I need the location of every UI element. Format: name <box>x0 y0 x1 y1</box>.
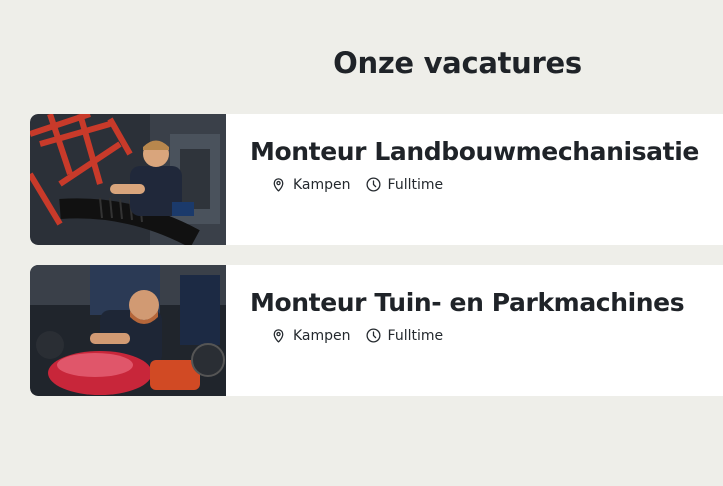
location-label: Kampen <box>293 176 351 193</box>
clock-icon <box>365 176 382 193</box>
mechanic-photo-illustration <box>30 265 226 396</box>
vacancy-location: Kampen <box>270 327 351 344</box>
vacancy-photo[interactable] <box>30 265 226 396</box>
vacancy-card[interactable]: Monteur Tuin- en Parkmachines Kampen Ful… <box>30 265 723 396</box>
section-heading: Onze vacatures <box>333 46 582 80</box>
vacancy-location: Kampen <box>270 176 351 193</box>
vacancy-hours: Fulltime <box>365 176 444 193</box>
location-label: Kampen <box>293 327 351 344</box>
vacancy-card[interactable]: Monteur Landbouwmechanisatie Kampen Full… <box>30 114 723 245</box>
hours-label: Fulltime <box>387 327 444 344</box>
hours-label: Fulltime <box>387 176 444 193</box>
vacancy-meta: Kampen Fulltime <box>270 176 713 193</box>
vacancy-meta: Kampen Fulltime <box>270 327 713 344</box>
vacancy-hours: Fulltime <box>365 327 444 344</box>
clock-icon <box>365 327 382 344</box>
location-pin-icon <box>270 327 287 344</box>
vacancy-title[interactable]: Monteur Landbouwmechanisatie <box>250 136 713 168</box>
mechanic-photo-illustration <box>30 114 226 245</box>
vacancy-title[interactable]: Monteur Tuin- en Parkmachines <box>250 287 713 319</box>
vacancy-photo[interactable] <box>30 114 226 245</box>
vacancies-section: Onze vacatures Monteur Landbouwmechanisa… <box>0 0 723 486</box>
vacancy-info: Monteur Tuin- en Parkmachines Kampen Ful… <box>250 287 713 344</box>
vacancy-info: Monteur Landbouwmechanisatie Kampen Full… <box>250 136 713 193</box>
location-pin-icon <box>270 176 287 193</box>
